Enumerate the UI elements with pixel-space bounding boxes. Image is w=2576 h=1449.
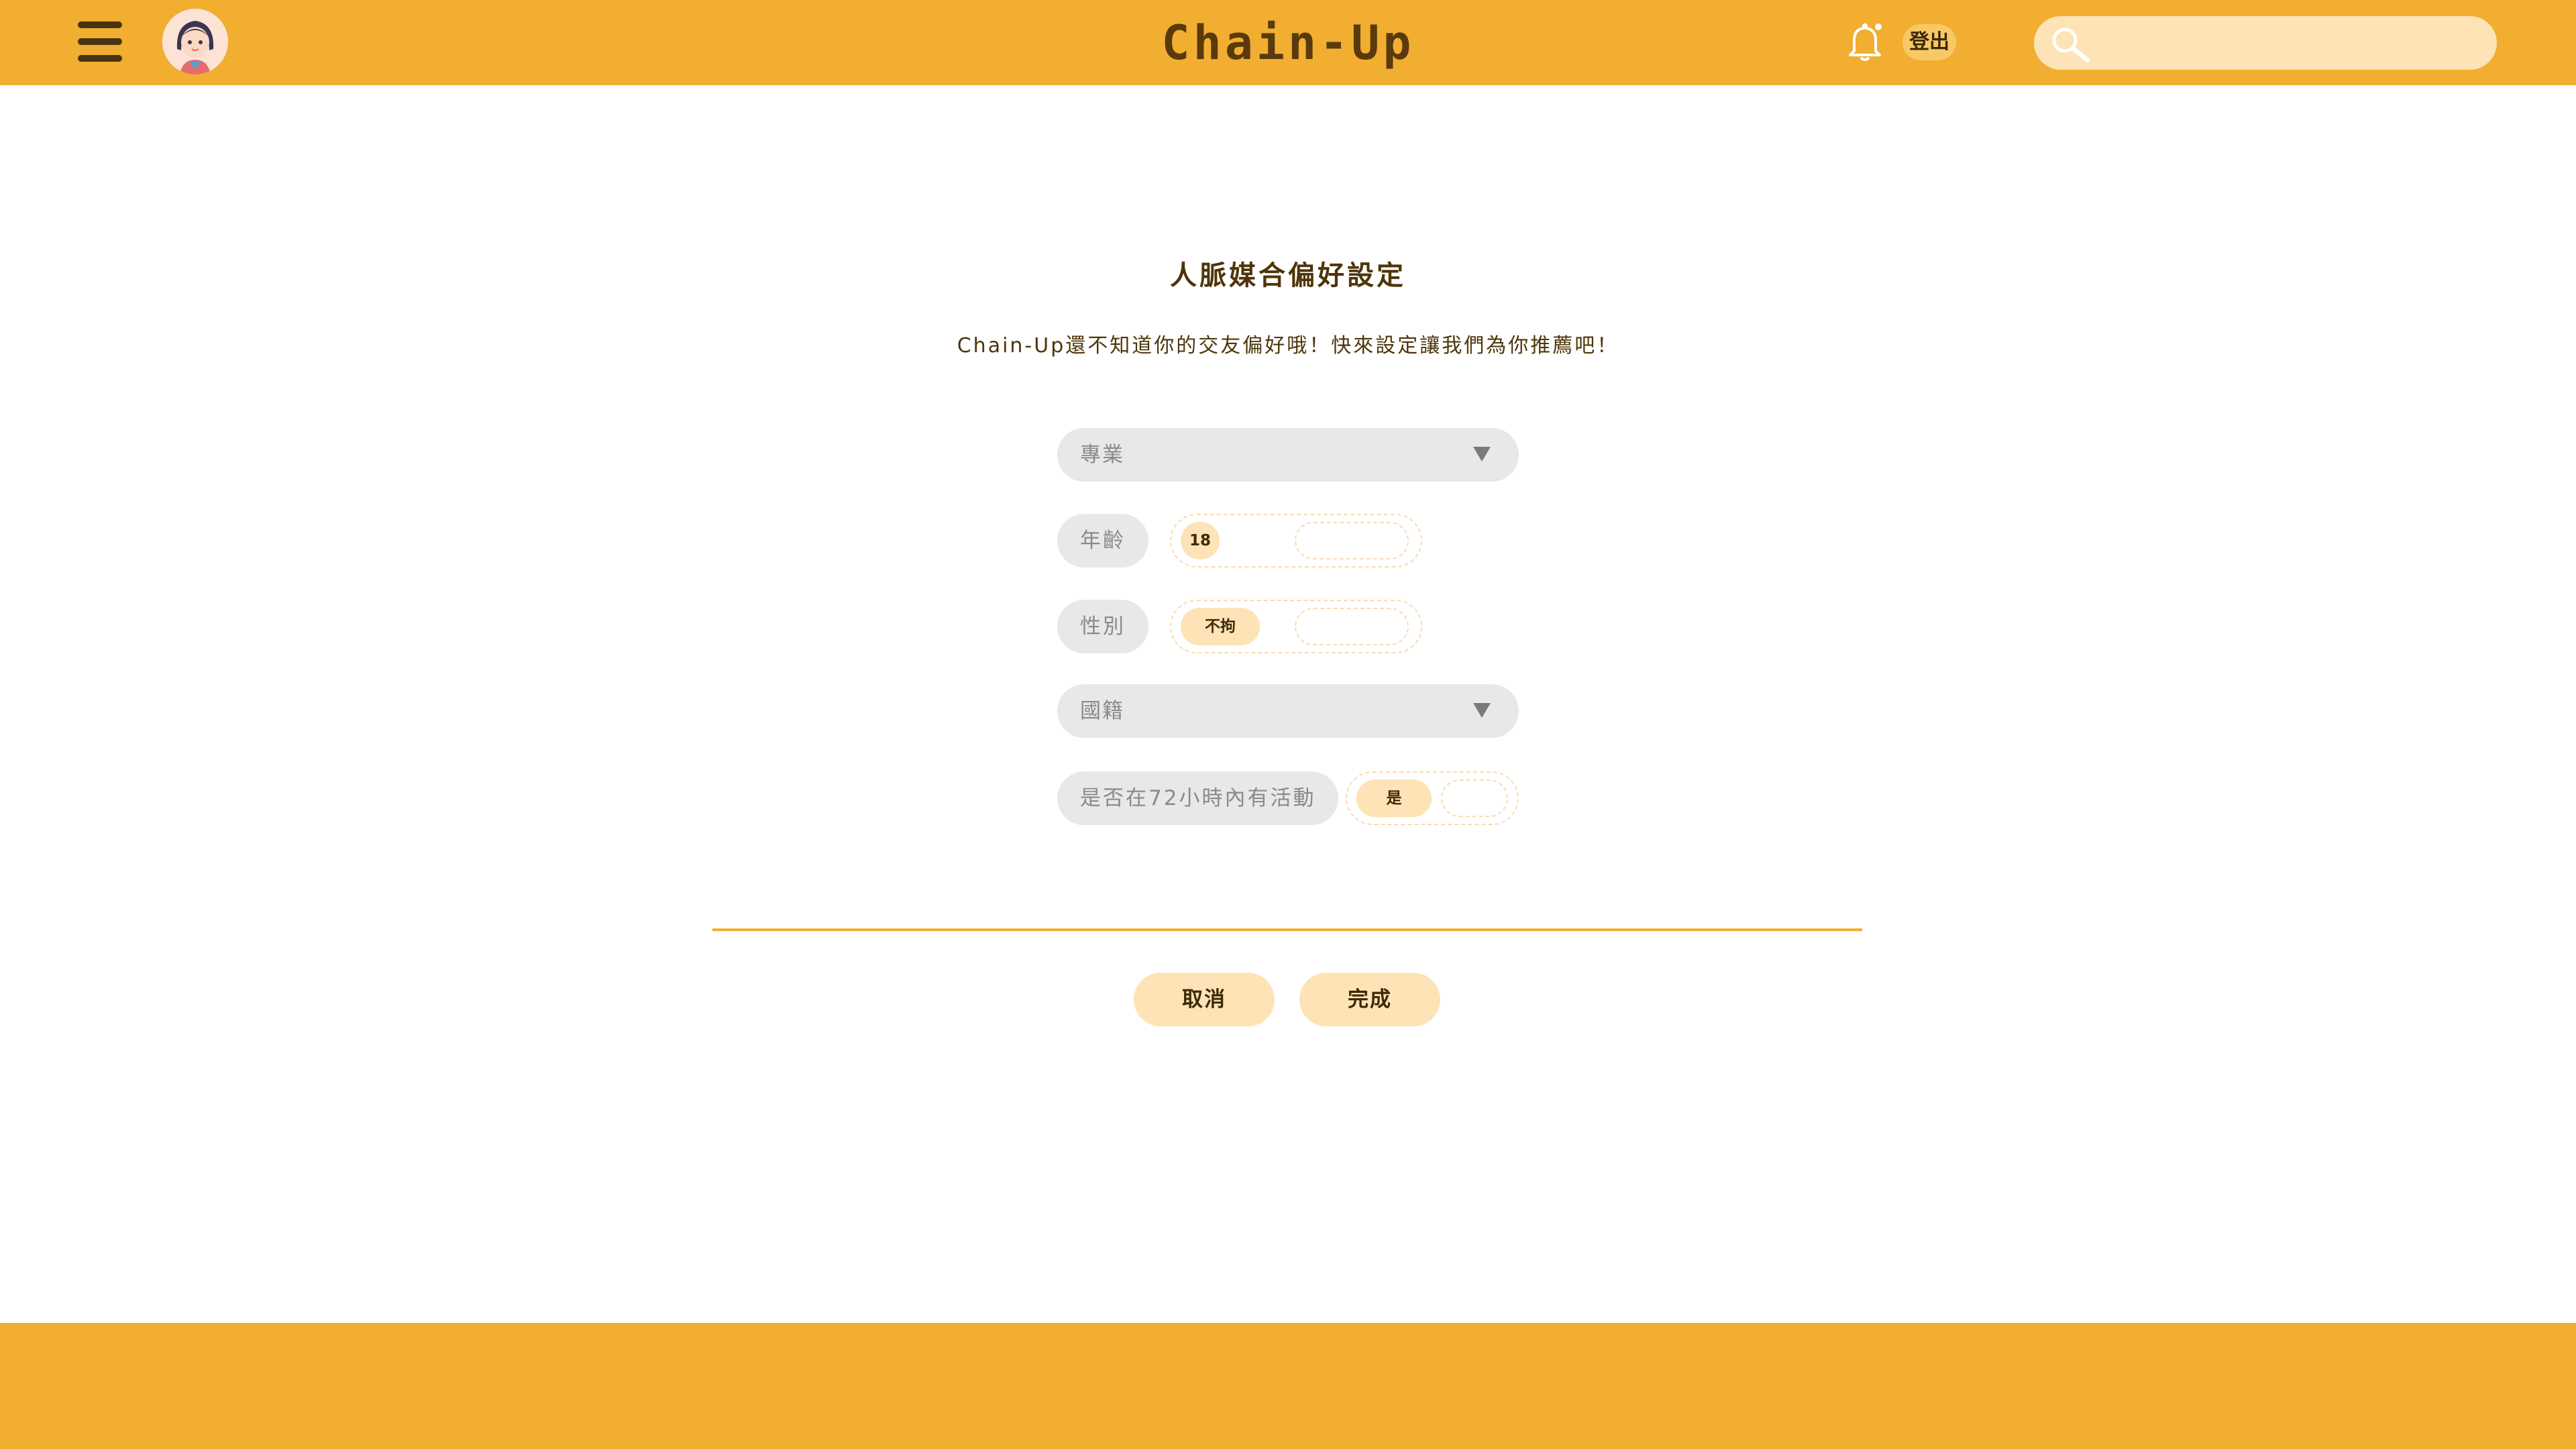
active72-selector[interactable]: 是 bbox=[1346, 771, 1519, 825]
dropdown-arrow-icon bbox=[1473, 703, 1491, 718]
active72-no-option[interactable] bbox=[1441, 780, 1508, 817]
top-bar: Chain-Up 登出 bbox=[0, 0, 2576, 85]
nationality-select[interactable]: 國籍 bbox=[1057, 684, 1519, 738]
gender-other-option[interactable] bbox=[1295, 608, 1409, 645]
footer bbox=[0, 1323, 2576, 1449]
hamburger-menu-icon[interactable] bbox=[78, 19, 122, 64]
profession-select[interactable]: 專業 bbox=[1057, 428, 1519, 482]
search-icon[interactable] bbox=[2050, 25, 2093, 63]
gender-any-option[interactable]: 不拘 bbox=[1181, 608, 1260, 645]
gender-label: 性別 bbox=[1057, 600, 1148, 653]
profession-placeholder: 專業 bbox=[1080, 443, 1124, 467]
active72-yes-option[interactable]: 是 bbox=[1356, 780, 1432, 817]
age-max-chip[interactable] bbox=[1295, 522, 1409, 559]
page-title: 人脈媒合偏好設定 bbox=[1170, 260, 1406, 291]
avatar[interactable] bbox=[162, 9, 228, 74]
search-bar[interactable] bbox=[2034, 16, 2497, 70]
nationality-placeholder: 國籍 bbox=[1080, 699, 1124, 723]
age-label: 年齡 bbox=[1057, 514, 1148, 568]
cancel-button[interactable]: 取消 bbox=[1134, 973, 1275, 1026]
age-range-selector[interactable]: 18 bbox=[1170, 514, 1422, 568]
dropdown-arrow-icon bbox=[1473, 447, 1491, 462]
divider bbox=[712, 928, 1862, 931]
done-button[interactable]: 完成 bbox=[1299, 973, 1440, 1026]
active72-label: 是否在72小時內有活動 bbox=[1057, 771, 1339, 825]
logout-button[interactable]: 登出 bbox=[1902, 24, 1956, 60]
brand-logo[interactable]: Chain-Up bbox=[1073, 9, 1503, 76]
page-subtitle: Chain-Up還不知道你的交友偏好哦！快來設定讓我們為你推薦吧！ bbox=[957, 334, 1619, 358]
bell-icon[interactable] bbox=[1845, 20, 1885, 64]
age-min-chip[interactable]: 18 bbox=[1181, 522, 1220, 559]
gender-selector[interactable]: 不拘 bbox=[1170, 600, 1422, 653]
search-input[interactable] bbox=[2101, 23, 2477, 63]
